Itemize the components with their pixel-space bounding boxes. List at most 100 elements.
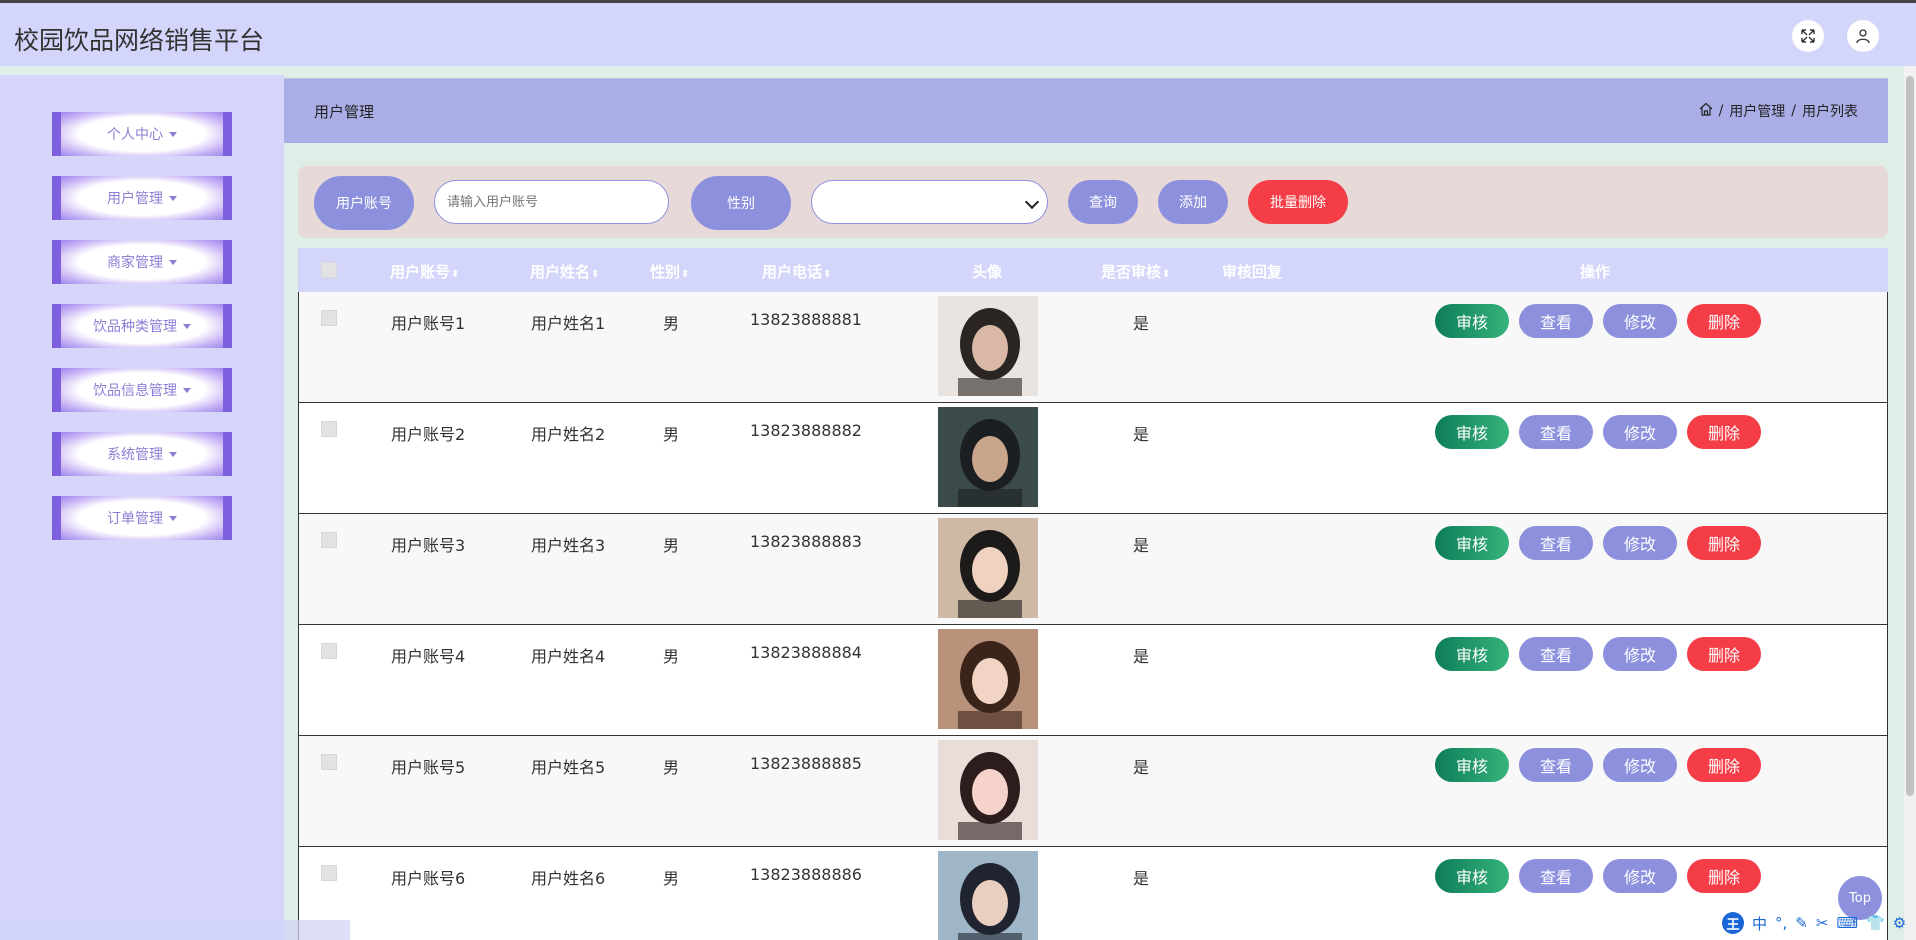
gear-icon[interactable]: ⚙ [1893, 914, 1906, 932]
view-button[interactable]: 查看 [1519, 748, 1593, 782]
audit-button[interactable]: 审核 [1435, 415, 1509, 449]
app-title: 校园饮品网络销售平台 [14, 26, 265, 55]
caret-down-icon [169, 515, 177, 521]
header-phone[interactable]: 用户电话⬍ [762, 261, 831, 282]
view-button[interactable]: 查看 [1519, 859, 1593, 893]
table-body: 用户账号1 用户姓名1 男 13823888881 是 审核 查看 修改 删除 … [298, 292, 1888, 940]
cell-reviewed: 是 [1133, 425, 1150, 444]
sidebar-item-drink-info[interactable]: 饮品信息管理 [52, 368, 232, 412]
ime-logo-icon[interactable]: 王 [1722, 912, 1744, 934]
ime-mode[interactable]: 中 [1752, 913, 1767, 934]
audit-button[interactable]: 审核 [1435, 526, 1509, 560]
delete-button[interactable]: 删除 [1687, 748, 1761, 782]
query-button[interactable]: 查询 [1068, 180, 1138, 224]
header-reviewed[interactable]: 是否审核⬍ [1101, 261, 1170, 282]
caret-down-icon [169, 195, 177, 201]
cell-name: 用户姓名3 [531, 536, 606, 555]
add-button[interactable]: 添加 [1158, 180, 1228, 224]
sidebar-item-system-management[interactable]: 系统管理 [52, 432, 232, 476]
delete-button[interactable]: 删除 [1687, 637, 1761, 671]
breadcrumb-separator: / [1718, 103, 1724, 119]
row-checkbox[interactable] [321, 865, 337, 881]
avatar [938, 296, 1038, 396]
audit-button[interactable]: 审核 [1435, 637, 1509, 671]
edit-button[interactable]: 修改 [1603, 526, 1677, 560]
header-label: 性别 [650, 263, 681, 281]
account-search-input[interactable] [434, 180, 669, 224]
scissors-icon[interactable]: ✂ [1816, 914, 1829, 932]
page-title: 用户管理 [314, 103, 375, 121]
gender-label: 性别 [691, 176, 791, 230]
sidebar-item-merchant-management[interactable]: 商家管理 [52, 240, 232, 284]
sidebar-item-label: 饮品种类管理 [93, 319, 177, 335]
header-reply: 审核回复 [1222, 263, 1283, 281]
row-checkbox[interactable] [321, 754, 337, 770]
cell-account: 用户账号4 [391, 647, 466, 666]
sidebar-item-drink-category[interactable]: 饮品种类管理 [52, 304, 232, 348]
cell-reviewed: 是 [1133, 647, 1150, 666]
sidebar-item-label: 系统管理 [107, 447, 163, 463]
view-button[interactable]: 查看 [1519, 637, 1593, 671]
punctuation-icon[interactable]: °, [1775, 914, 1787, 932]
row-checkbox[interactable] [321, 532, 337, 548]
cell-account: 用户账号5 [391, 758, 466, 777]
fullscreen-icon[interactable] [1792, 20, 1824, 52]
cell-phone: 13823888881 [750, 310, 862, 329]
delete-button[interactable]: 删除 [1687, 304, 1761, 338]
cell-gender: 男 [663, 647, 680, 666]
header-gender[interactable]: 性别⬍ [650, 261, 689, 282]
view-button[interactable]: 查看 [1519, 415, 1593, 449]
row-checkbox[interactable] [321, 310, 337, 326]
edit-button[interactable]: 修改 [1603, 748, 1677, 782]
view-button[interactable]: 查看 [1519, 304, 1593, 338]
table-row: 用户账号2 用户姓名2 男 13823888882 是 审核 查看 修改 删除 [299, 403, 1887, 514]
sidebar-item-user-management[interactable]: 用户管理 [52, 176, 232, 220]
sidebar-item-label: 订单管理 [107, 511, 163, 527]
shirt-icon[interactable]: 👕 [1866, 914, 1885, 932]
view-button[interactable]: 查看 [1519, 526, 1593, 560]
sidebar-item-label: 个人中心 [107, 127, 163, 143]
edit-button[interactable]: 修改 [1603, 415, 1677, 449]
batch-delete-button[interactable]: 批量删除 [1248, 180, 1348, 224]
table-row: 用户账号4 用户姓名4 男 13823888884 是 审核 查看 修改 删除 [299, 625, 1887, 736]
delete-button[interactable]: 删除 [1687, 859, 1761, 893]
scrollbar-thumb[interactable] [1906, 76, 1914, 796]
header-name[interactable]: 用户姓名⬍ [530, 261, 599, 282]
audit-button[interactable]: 审核 [1435, 859, 1509, 893]
delete-button[interactable]: 删除 [1687, 415, 1761, 449]
sidebar-item-label: 饮品信息管理 [93, 383, 177, 399]
sidebar-item-personal-center[interactable]: 个人中心 [52, 112, 232, 156]
row-checkbox[interactable] [321, 421, 337, 437]
user-avatar-icon[interactable] [1847, 20, 1879, 52]
keyboard-icon[interactable]: ⌨ [1836, 914, 1858, 932]
audit-button[interactable]: 审核 [1435, 748, 1509, 782]
edit-button[interactable]: 修改 [1603, 859, 1677, 893]
page-scrollbar[interactable] [1904, 66, 1916, 940]
cell-account: 用户账号2 [391, 425, 466, 444]
breadcrumb-item[interactable]: 用户管理 [1729, 101, 1785, 121]
sidebar-item-order-management[interactable]: 订单管理 [52, 496, 232, 540]
caret-down-icon [169, 259, 177, 265]
delete-button[interactable]: 删除 [1687, 526, 1761, 560]
audit-button[interactable]: 审核 [1435, 304, 1509, 338]
pen-icon[interactable]: ✎ [1795, 914, 1808, 932]
cell-reviewed: 是 [1133, 869, 1150, 888]
header-label: 用户姓名 [530, 263, 591, 281]
home-icon[interactable] [1699, 102, 1713, 120]
sidebar-item-label: 用户管理 [107, 191, 163, 207]
edit-button[interactable]: 修改 [1603, 637, 1677, 671]
edit-button[interactable]: 修改 [1603, 304, 1677, 338]
table-row: 用户账号3 用户姓名3 男 13823888883 是 审核 查看 修改 删除 [299, 514, 1887, 625]
cell-gender: 男 [663, 536, 680, 555]
sort-icon: ⬍ [681, 269, 690, 280]
avatar [938, 407, 1038, 507]
header-label: 用户账号 [390, 263, 451, 281]
avatar [938, 629, 1038, 729]
sidebar-item-label: 商家管理 [107, 255, 163, 271]
breadcrumb-item: 用户列表 [1802, 104, 1858, 120]
header-account[interactable]: 用户账号⬍ [390, 261, 459, 282]
select-all-checkbox[interactable] [321, 262, 337, 278]
row-checkbox[interactable] [321, 643, 337, 659]
gender-select[interactable] [811, 180, 1048, 224]
sort-icon: ⬍ [451, 269, 460, 280]
